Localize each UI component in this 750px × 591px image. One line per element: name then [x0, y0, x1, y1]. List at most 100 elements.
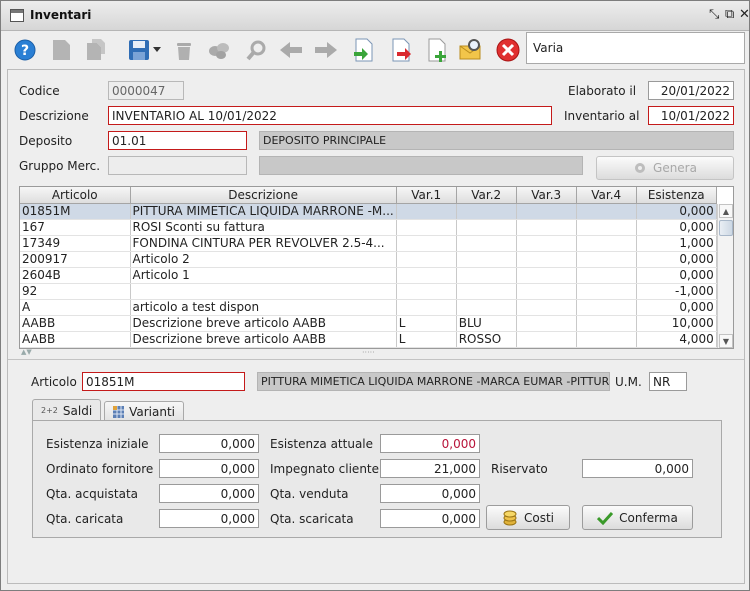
- costi-button[interactable]: Costi: [486, 505, 570, 530]
- close-icon[interactable]: [496, 38, 520, 62]
- cell-var1: L: [396, 331, 457, 348]
- column-header-articolo[interactable]: Articolo: [20, 187, 131, 204]
- esistenza-iniziale-field[interactable]: 0,000: [159, 434, 259, 453]
- cell-var1: L: [396, 315, 457, 332]
- gruppo-merc-field[interactable]: [108, 156, 247, 175]
- saldi-badge: 2+2: [41, 406, 58, 415]
- articles-table[interactable]: Articolo Descrizione Var.1 Var.2 Var.3 V…: [19, 186, 734, 349]
- column-header-esistenza[interactable]: Esistenza: [636, 187, 717, 204]
- copy-document-icon[interactable]: [84, 38, 108, 62]
- scroll-down-icon[interactable]: ▼: [719, 334, 733, 348]
- impegnato-cliente-field[interactable]: 21,000: [380, 459, 480, 478]
- cell-descrizione: [130, 283, 397, 300]
- qta-venduta-field[interactable]: 0,000: [380, 484, 480, 503]
- split-pane-divider[interactable]: ▲▼ ·····: [8, 348, 744, 359]
- descrizione-field[interactable]: INVENTARIO AL 10/01/2022: [108, 106, 552, 125]
- column-header-descrizione[interactable]: Descrizione: [130, 187, 397, 204]
- inventario-field[interactable]: 10/01/2022: [648, 106, 734, 125]
- mail-search-icon[interactable]: [459, 38, 483, 62]
- elaborato-label: Elaborato il: [568, 84, 637, 98]
- esistenza-attuale-field[interactable]: 0,000: [380, 434, 480, 453]
- cell-var1: [396, 235, 457, 252]
- import-icon[interactable]: [351, 38, 375, 62]
- qta-scaricata-field[interactable]: 0,000: [380, 509, 480, 528]
- cell-descrizione: ROSI Sconti su fattura: [130, 219, 397, 236]
- column-header-var1[interactable]: Var.1: [396, 187, 457, 204]
- cell-articolo: 167: [20, 219, 131, 236]
- arrow-right-icon[interactable]: [314, 38, 338, 62]
- table-row[interactable]: 2604B Articolo 1 0,000: [20, 267, 717, 284]
- column-header-var4[interactable]: Var.4: [576, 187, 637, 204]
- table-row[interactable]: AABB Descrizione breve articolo AABB L ROSS…: [20, 331, 717, 348]
- tab-varianti-label: Varianti: [129, 405, 175, 419]
- cell-var1: [396, 203, 457, 220]
- column-header-var3[interactable]: Var.3: [516, 187, 577, 204]
- cell-articolo: 01851M: [20, 203, 131, 220]
- vertical-scrollbar[interactable]: ▲ ▼: [717, 204, 733, 348]
- codice-field[interactable]: 0000047: [108, 81, 184, 100]
- table-row[interactable]: 17349 FONDINA CINTURA PER REVOLVER 2.5-4.…: [20, 235, 717, 252]
- search-icon[interactable]: [244, 38, 268, 62]
- cell-var4: [576, 267, 637, 284]
- saldi-panel: Esistenza iniziale 0,000 Ordinato fornit…: [32, 420, 722, 538]
- collapse-arrows-icon[interactable]: ▲▼: [21, 348, 32, 356]
- column-header-var2[interactable]: Var.2: [456, 187, 517, 204]
- maximize-icon[interactable]: ⧉: [725, 7, 734, 22]
- table-row[interactable]: AABB Descrizione breve articolo AABB L BLU 1…: [20, 315, 717, 332]
- main-panel: Codice 0000047 Descrizione INVENTARIO AL…: [7, 69, 745, 584]
- cell-var2: [456, 267, 517, 284]
- tab-saldi[interactable]: 2+2 Saldi: [32, 399, 101, 421]
- cell-var3: [516, 235, 577, 252]
- riservato-label: Riservato: [491, 462, 548, 476]
- cell-esistenza: 4,000: [636, 331, 717, 348]
- cell-esistenza: -1,000: [636, 283, 717, 300]
- scrollbar-thumb[interactable]: [719, 220, 733, 236]
- title-bar: Inventari ⤡ ⧉ ✕: [1, 1, 750, 31]
- tab-saldi-label: Saldi: [62, 403, 93, 418]
- table-row[interactable]: 200917 Articolo 2 0,000: [20, 251, 717, 268]
- close-window-icon[interactable]: ✕: [739, 7, 750, 22]
- arrow-left-icon[interactable]: [279, 38, 303, 62]
- tab-varianti[interactable]: Varianti: [104, 401, 184, 422]
- add-document-icon[interactable]: [425, 38, 449, 62]
- esistenza-iniziale-label: Esistenza iniziale: [46, 437, 149, 451]
- ordinato-fornitore-field[interactable]: 0,000: [159, 459, 259, 478]
- qta-caricata-field[interactable]: 0,000: [159, 509, 259, 528]
- cell-esistenza: 0,000: [636, 251, 717, 268]
- table-row[interactable]: Aarticolo a test dispon 0,000: [20, 299, 717, 316]
- conferma-button[interactable]: Conferma: [582, 505, 693, 530]
- varia-field[interactable]: Varia: [526, 32, 745, 64]
- scroll-up-icon[interactable]: ▲: [719, 204, 733, 218]
- cell-var1: [396, 283, 457, 300]
- table-row[interactable]: 01851M PITTURA MIMETICA LIQUIDA MARRONE -…: [20, 203, 717, 220]
- um-field[interactable]: NR: [649, 372, 687, 391]
- trash-icon[interactable]: [172, 38, 196, 62]
- cell-var4: [576, 315, 637, 332]
- restore-icon[interactable]: ⤡: [709, 7, 719, 22]
- cell-descrizione: Articolo 2: [130, 251, 397, 268]
- cell-var2: [456, 283, 517, 300]
- export-icon[interactable]: [388, 38, 412, 62]
- document-icon[interactable]: [49, 38, 73, 62]
- cell-var2: [456, 299, 517, 316]
- table-row[interactable]: 92 -1,000: [20, 283, 717, 300]
- drag-handle-icon[interactable]: ·····: [362, 348, 375, 357]
- chevron-down-icon[interactable]: [151, 38, 163, 62]
- table-row[interactable]: 167 ROSI Sconti su fattura 0,000: [20, 219, 717, 236]
- descrizione-label: Descrizione: [19, 109, 89, 123]
- cell-var3: [516, 267, 577, 284]
- cell-var4: [576, 283, 637, 300]
- genera-button[interactable]: Genera: [596, 156, 734, 180]
- elaborato-field[interactable]: 20/01/2022: [648, 81, 734, 100]
- deposito-field[interactable]: 01.01: [108, 131, 247, 150]
- gear-icon: [635, 163, 646, 173]
- cell-var2: ROSSO: [456, 331, 517, 348]
- window-icon: [10, 9, 24, 22]
- help-icon[interactable]: ?: [13, 38, 37, 62]
- recycle-icon[interactable]: [207, 38, 231, 62]
- save-icon[interactable]: [127, 38, 151, 62]
- riservato-field[interactable]: 0,000: [582, 459, 693, 478]
- articolo-field[interactable]: 01851M: [82, 372, 245, 391]
- qta-acquistata-field[interactable]: 0,000: [159, 484, 259, 503]
- inventari-window: Inventari ⤡ ⧉ ✕ ? Varia Codice 0000047 D…: [0, 0, 750, 591]
